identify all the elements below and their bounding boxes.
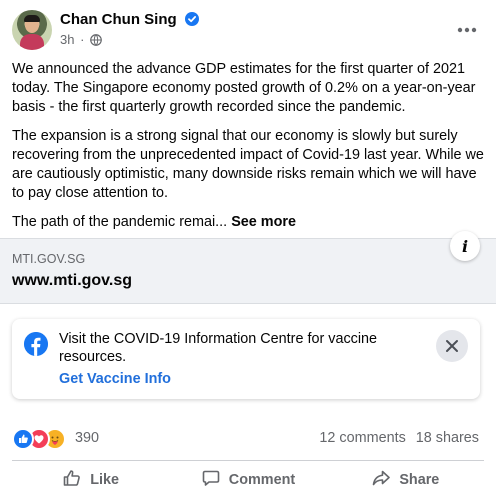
meta-separator: · [80, 32, 85, 47]
actions-divider [12, 460, 484, 461]
post-paragraph-1: We announced the advance GDP estimates f… [12, 61, 476, 115]
shares-count[interactable]: 18 shares [416, 430, 479, 446]
get-vaccine-info-link[interactable]: Get Vaccine Info [59, 371, 171, 387]
like-button[interactable]: Like [12, 462, 169, 498]
like-reaction-icon [12, 428, 34, 450]
comment-icon [201, 468, 221, 492]
globe-icon [90, 34, 102, 49]
facebook-logo-icon [24, 332, 48, 356]
post-body: We announced the advance GDP estimates f… [12, 60, 484, 242]
comments-count[interactable]: 12 comments [319, 430, 405, 446]
share-label: Share [399, 472, 440, 488]
comment-button[interactable]: Comment [169, 462, 326, 498]
author-avatar[interactable] [12, 10, 52, 50]
verified-badge-icon [184, 12, 199, 30]
author-name-row: Chan Chun Sing [60, 11, 199, 30]
covid-info-text: Visit the COVID-19 Information Centre fo… [59, 331, 378, 365]
share-icon [371, 468, 391, 492]
share-button[interactable]: Share [327, 462, 484, 498]
post-paragraph-2: The expansion is a strong signal that ou… [12, 128, 484, 201]
post-actions: Like Comment Share [12, 462, 484, 498]
post-header: Chan Chun Sing 3h · [12, 10, 484, 54]
link-domain: MTI.GOV.SG [12, 252, 86, 266]
reactions-row: 390 12 comments 18 shares [12, 427, 484, 450]
link-title[interactable]: www.mti.gov.sg [12, 272, 132, 290]
post-meta: 3h · [60, 32, 102, 49]
reaction-count[interactable]: 390 [75, 430, 99, 446]
truncated-text: The path of the pandemic remai... [12, 214, 232, 230]
info-icon[interactable]: i [450, 231, 480, 261]
see-more-link[interactable]: See more [231, 214, 296, 230]
comment-label: Comment [228, 472, 296, 488]
engagement-counts: 12 comments 18 shares [319, 430, 479, 446]
like-icon [62, 468, 82, 492]
post-paragraph-3: The path of the pandemic remai... See mo… [12, 213, 484, 232]
like-label: Like [90, 472, 120, 488]
author-name[interactable]: Chan Chun Sing [60, 11, 177, 28]
close-icon[interactable] [436, 330, 468, 362]
link-preview[interactable]: MTI.GOV.SG www.mti.gov.sg i [0, 231, 496, 304]
post-time[interactable]: 3h [60, 32, 74, 47]
more-options-icon[interactable] [452, 20, 482, 40]
covid-info-card: Visit the COVID-19 Information Centre fo… [12, 319, 480, 399]
